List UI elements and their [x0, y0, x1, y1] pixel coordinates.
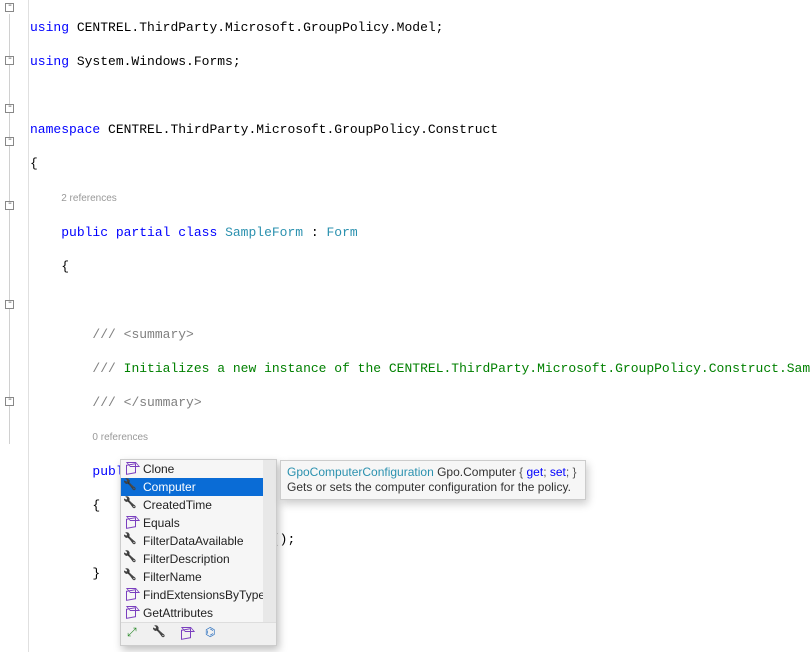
sep: ;: [543, 465, 550, 479]
code-line[interactable]: /// </summary>: [30, 394, 811, 411]
filter-all-icon[interactable]: [127, 627, 141, 641]
doc-slash: ///: [92, 327, 123, 342]
intellisense-list[interactable]: Clone Computer CreatedTime Equals Filter…: [121, 460, 276, 622]
quickinfo-tooltip: GpoComputerConfiguration Gpo.Computer { …: [280, 460, 586, 500]
fold-toggle[interactable]: [5, 201, 14, 210]
code-line[interactable]: using System.Windows.Forms;: [30, 53, 811, 70]
namespace-ref: CENTREL.ThirdParty.Microsoft.GroupPolicy…: [77, 20, 444, 35]
intellisense-item-computer[interactable]: Computer: [121, 478, 263, 496]
base-class: Form: [326, 225, 357, 240]
codelens-references[interactable]: 2 references: [61, 193, 117, 204]
quickinfo-return-type: GpoComputerConfiguration: [287, 465, 434, 479]
keyword-get: get: [527, 465, 544, 479]
filter-methods-icon[interactable]: [179, 627, 193, 641]
quickinfo-owner: Gpo: [437, 465, 460, 479]
doc-tag: </summary>: [124, 395, 202, 410]
fold-toggle[interactable]: [5, 300, 14, 309]
keyword-using: using: [30, 20, 69, 35]
intellisense-item-label: Clone: [143, 462, 174, 476]
doc-text: Initializes a new instance of the CENTRE…: [124, 361, 811, 376]
keyword-set: set: [550, 465, 566, 479]
code-line[interactable]: {: [30, 155, 811, 172]
code-line[interactable]: /// Initializes a new instance of the CE…: [30, 360, 811, 377]
namespace-name: CENTREL.ThirdParty.Microsoft.GroupPolicy…: [108, 122, 498, 137]
property-icon: [124, 570, 138, 584]
property-icon: [124, 552, 138, 566]
intellisense-filter-bar[interactable]: [121, 622, 276, 645]
fold-toggle[interactable]: [5, 137, 14, 146]
scroll-up-icon[interactable]: [265, 463, 273, 468]
method-icon: [124, 516, 138, 530]
intellisense-item-filterdescription[interactable]: FilterDescription: [121, 550, 263, 568]
quickinfo-member: Computer: [463, 465, 516, 479]
class-modifiers: public partial class: [61, 225, 217, 240]
brace: {: [30, 156, 38, 171]
property-icon: [124, 534, 138, 548]
property-icon: [124, 480, 138, 494]
intellisense-item-label: Equals: [143, 516, 180, 530]
doc-slash: ///: [92, 361, 123, 376]
fold-toggle[interactable]: [5, 104, 14, 113]
intellisense-item-label: Computer: [143, 480, 196, 494]
gutter: [0, 0, 29, 652]
accessor-open: {: [516, 465, 527, 479]
quickinfo-description: Gets or sets the computer configuration …: [287, 480, 579, 495]
code-line[interactable]: 2 references: [30, 189, 811, 207]
code-line[interactable]: namespace CENTREL.ThirdParty.Microsoft.G…: [30, 121, 811, 138]
method-icon: [124, 606, 138, 620]
intellisense-item-clone[interactable]: Clone: [121, 460, 263, 478]
intellisense-item-label: FilterDataAvailable: [143, 534, 244, 548]
intellisense-item-createdtime[interactable]: CreatedTime: [121, 496, 263, 514]
intellisense-item-getattributes[interactable]: GetAttributes: [121, 604, 263, 622]
intellisense-item-label: FilterName: [143, 570, 202, 584]
filter-properties-icon[interactable]: [153, 627, 167, 641]
class-name: SampleForm: [225, 225, 303, 240]
intellisense-item-findextensionsbytype[interactable]: FindExtensionsByType: [121, 586, 263, 604]
brace: {: [92, 498, 100, 513]
code-editor[interactable]: using CENTREL.ThirdParty.Microsoft.Group…: [0, 0, 811, 652]
code-line[interactable]: using CENTREL.ThirdParty.Microsoft.Group…: [30, 19, 811, 36]
intellisense-popup[interactable]: Clone Computer CreatedTime Equals Filter…: [120, 459, 277, 646]
code-line[interactable]: /// <summary>: [30, 326, 811, 343]
doc-tag: <summary>: [124, 327, 194, 342]
doc-slash: ///: [92, 395, 123, 410]
intellisense-scrollbar[interactable]: [263, 460, 276, 622]
keyword-namespace: namespace: [30, 122, 100, 137]
namespace-ref: System.Windows.Forms;: [77, 54, 241, 69]
fold-toggle[interactable]: [5, 56, 14, 65]
fold-toggle[interactable]: [5, 3, 14, 12]
brace: {: [61, 259, 69, 274]
code-line[interactable]: public partial class SampleForm : Form: [30, 224, 811, 241]
method-icon: [124, 462, 138, 476]
intellisense-item-equals[interactable]: Equals: [121, 514, 263, 532]
quickinfo-signature: GpoComputerConfiguration Gpo.Computer { …: [287, 465, 579, 480]
intellisense-item-label: FindExtensionsByType: [143, 588, 265, 602]
property-icon: [124, 498, 138, 512]
intellisense-item-label: GetAttributes: [143, 606, 213, 620]
intellisense-item-filterdataavailable[interactable]: FilterDataAvailable: [121, 532, 263, 550]
fold-line: [9, 14, 10, 444]
scroll-down-icon[interactable]: [265, 620, 273, 622]
keyword-using: using: [30, 54, 69, 69]
code-line[interactable]: {: [30, 258, 811, 275]
filter-other-icon[interactable]: [205, 627, 219, 641]
code-line[interactable]: 0 references: [30, 428, 811, 446]
intellisense-item-label: CreatedTime: [143, 498, 212, 512]
fold-toggle[interactable]: [5, 397, 14, 406]
colon: :: [303, 225, 326, 240]
intellisense-item-label: FilterDescription: [143, 552, 230, 566]
code-line[interactable]: [30, 292, 811, 309]
code-line[interactable]: [30, 87, 811, 104]
codelens-references[interactable]: 0 references: [92, 432, 148, 443]
method-icon: [124, 588, 138, 602]
brace: }: [92, 566, 100, 581]
intellisense-item-filtername[interactable]: FilterName: [121, 568, 263, 586]
accessor-close: ; }: [566, 465, 577, 479]
